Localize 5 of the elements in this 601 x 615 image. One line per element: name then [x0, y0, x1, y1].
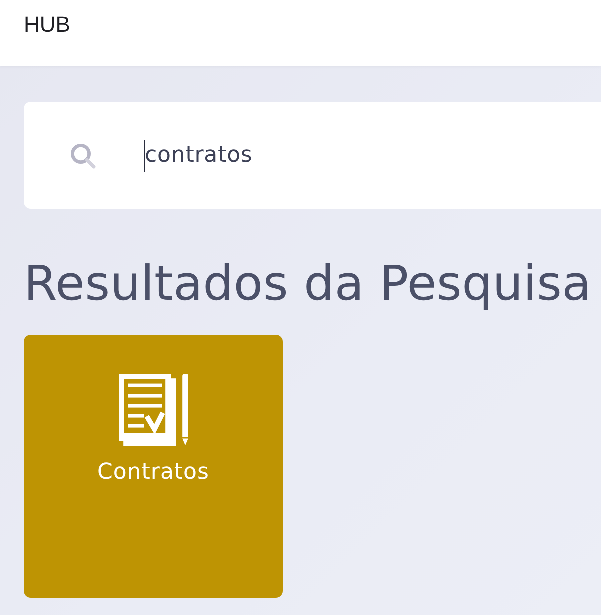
search-input[interactable]: contratos	[145, 140, 257, 170]
results-heading: Resultados da Pesquisa	[24, 255, 592, 313]
app-title: HUB	[24, 12, 70, 37]
search-icon	[70, 142, 96, 168]
contract-document-icon	[118, 374, 188, 446]
